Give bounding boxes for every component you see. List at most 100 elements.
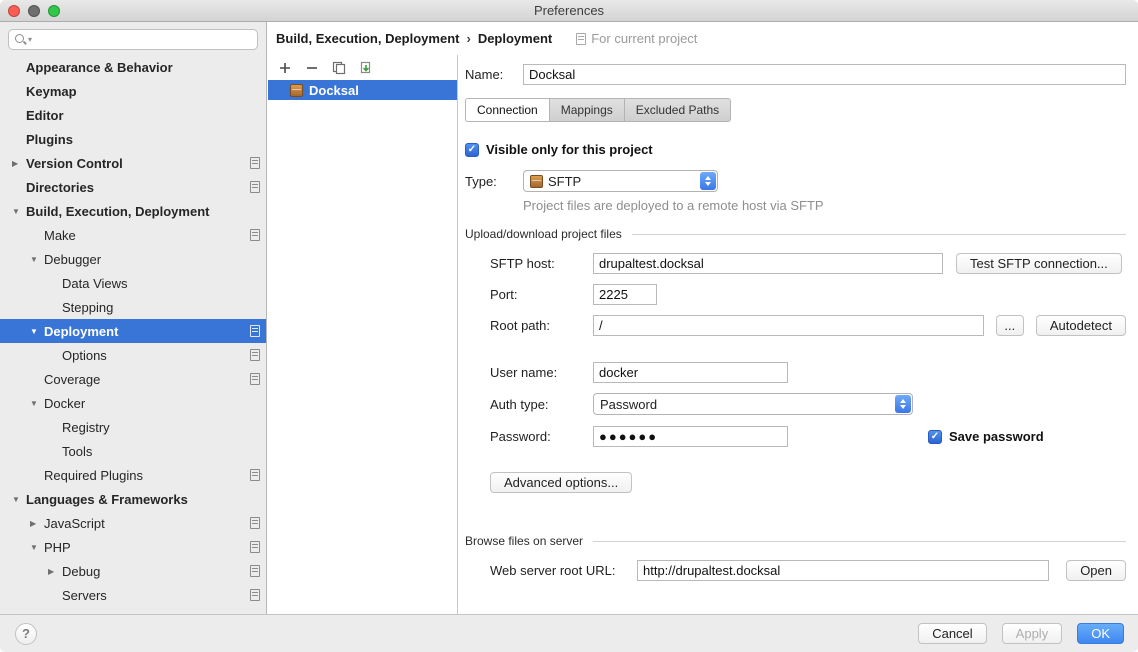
select-arrows-icon (700, 172, 716, 190)
name-row: Name: (465, 64, 1126, 85)
select-arrows-icon (895, 395, 911, 413)
sidebar-item-deployment[interactable]: ▼Deployment (0, 319, 266, 343)
tree-down-arrow-icon[interactable]: ▼ (10, 207, 26, 216)
sidebar-item-tools[interactable]: Tools (0, 439, 266, 463)
sidebar-item-coverage[interactable]: Coverage (0, 367, 266, 391)
user-name-input[interactable] (593, 362, 788, 383)
tree-down-arrow-icon[interactable]: ▼ (28, 327, 44, 336)
sidebar-item-stepping[interactable]: Stepping (0, 295, 266, 319)
sidebar-item-debug[interactable]: ▶Debug (0, 559, 266, 583)
cancel-button[interactable]: Cancel (918, 623, 986, 644)
sidebar-item-label: Servers (62, 588, 107, 603)
advanced-options-button[interactable]: Advanced options... (490, 472, 632, 493)
port-input[interactable] (593, 284, 657, 305)
sftp-host-input[interactable] (593, 253, 943, 274)
tab-excluded-paths[interactable]: Excluded Paths (624, 98, 731, 122)
sidebar-item-label: Data Views (62, 276, 128, 291)
sidebar-item-version-control[interactable]: ▶Version Control (0, 151, 266, 175)
visible-checkbox-row: Visible only for this project (465, 142, 1126, 157)
sidebar-item-required-plugins[interactable]: Required Plugins (0, 463, 266, 487)
autodetect-button[interactable]: Autodetect (1036, 315, 1126, 336)
save-password-checkbox[interactable] (928, 430, 942, 444)
type-select[interactable]: SFTP (523, 170, 718, 192)
tree-right-arrow-icon[interactable]: ▶ (46, 567, 62, 576)
sidebar-item-servers[interactable]: Servers (0, 583, 266, 607)
sidebar-item-build-execution-deployment[interactable]: ▼Build, Execution, Deployment (0, 199, 266, 223)
sidebar-item-label: Stepping (62, 300, 113, 315)
sidebar-item-php[interactable]: ▼PHP (0, 535, 266, 559)
tab-mappings[interactable]: Mappings (549, 98, 625, 122)
sidebar-item-directories[interactable]: Directories (0, 175, 266, 199)
web-root-input[interactable] (637, 560, 1049, 581)
breadcrumb-parent[interactable]: Build, Execution, Deployment (276, 31, 459, 46)
root-path-input[interactable] (593, 315, 984, 336)
sftp-host-row: SFTP host: Test SFTP connection... (490, 253, 1126, 274)
remove-server-button[interactable] (304, 60, 320, 76)
tree-down-arrow-icon[interactable]: ▼ (28, 255, 44, 264)
help-button[interactable]: ? (15, 623, 37, 645)
server-name-input[interactable] (523, 64, 1126, 85)
sidebar-item-data-views[interactable]: Data Views (0, 271, 266, 295)
save-password-label: Save password (949, 429, 1044, 444)
apply-button[interactable]: Apply (1002, 623, 1063, 644)
sidebar-item-label: Directories (26, 180, 94, 195)
tree-down-arrow-icon[interactable]: ▼ (28, 399, 44, 408)
add-icon (278, 61, 292, 75)
tree-right-arrow-icon[interactable]: ▶ (10, 159, 26, 168)
tree-right-arrow-icon[interactable]: ▶ (28, 519, 44, 528)
sidebar-item-label: Debug (62, 564, 100, 579)
password-label: Password: (490, 429, 593, 444)
import-server-config-button[interactable] (358, 60, 374, 76)
auth-type-row: Auth type: Password (490, 393, 1126, 415)
sidebar-item-label: Tools (62, 444, 92, 459)
add-server-button[interactable] (277, 60, 293, 76)
browse-root-path-button[interactable]: ... (996, 315, 1024, 336)
tab-connection[interactable]: Connection (465, 98, 550, 122)
sidebar-item-keymap[interactable]: Keymap (0, 79, 266, 103)
root-path-row: Root path: ... Autodetect (490, 315, 1126, 336)
search-box[interactable]: ▾ (8, 29, 258, 50)
sidebar-item-languages-frameworks[interactable]: ▼Languages & Frameworks (0, 487, 266, 511)
sidebar-item-options[interactable]: Options (0, 343, 266, 367)
breadcrumb-current[interactable]: Deployment (478, 31, 552, 46)
password-input[interactable] (593, 426, 788, 447)
copy-server-button[interactable] (331, 60, 347, 76)
sidebar-item-registry[interactable]: Registry (0, 415, 266, 439)
sidebar-item-plugins[interactable]: Plugins (0, 127, 266, 151)
sidebar-item-make[interactable]: Make (0, 223, 266, 247)
test-sftp-connection-button[interactable]: Test SFTP connection... (956, 253, 1122, 274)
open-url-button[interactable]: Open (1066, 560, 1126, 581)
sidebar-item-label: Build, Execution, Deployment (26, 204, 209, 219)
search-icon (14, 33, 27, 46)
main-panel: Build, Execution, Deployment › Deploymen… (268, 22, 1138, 614)
sidebar-item-appearance-behavior[interactable]: Appearance & Behavior (0, 55, 266, 79)
sidebar-item-debugger[interactable]: ▼Debugger (0, 247, 266, 271)
import-icon (359, 61, 373, 75)
separator-line (593, 541, 1126, 542)
sidebar-item-docker[interactable]: ▼Docker (0, 391, 266, 415)
advanced-options-row: Advanced options... (490, 472, 1126, 493)
footer-buttons: Cancel Apply OK (903, 623, 1124, 644)
sidebar-item-javascript[interactable]: ▶JavaScript (0, 511, 266, 535)
ok-button[interactable]: OK (1077, 623, 1124, 644)
type-help-text: Project files are deployed to a remote h… (523, 198, 1126, 213)
visible-only-checkbox[interactable] (465, 143, 479, 157)
sidebar-item-editor[interactable]: Editor (0, 103, 266, 127)
tree-down-arrow-icon[interactable]: ▼ (28, 543, 44, 552)
breadcrumb: Build, Execution, Deployment › Deploymen… (268, 22, 1138, 55)
project-config-icon (250, 565, 260, 577)
scope-label: For current project (591, 31, 697, 46)
sidebar-item-label: Appearance & Behavior (26, 60, 173, 75)
settings-search-input[interactable] (35, 30, 257, 49)
type-label: Type: (465, 174, 523, 189)
visible-only-label: Visible only for this project (486, 142, 653, 157)
search-options-caret-icon[interactable]: ▾ (28, 35, 32, 44)
server-item-docksal[interactable]: Docksal (268, 80, 457, 100)
sidebar-item-label: Registry (62, 420, 110, 435)
auth-type-select[interactable]: Password (593, 393, 913, 415)
sidebar-item-label: Required Plugins (44, 468, 143, 483)
sidebar-item-label: Version Control (26, 156, 123, 171)
tree-down-arrow-icon[interactable]: ▼ (10, 495, 26, 504)
scope-indicator: For current project (576, 31, 697, 46)
password-row: Password: Save password (490, 426, 1126, 447)
